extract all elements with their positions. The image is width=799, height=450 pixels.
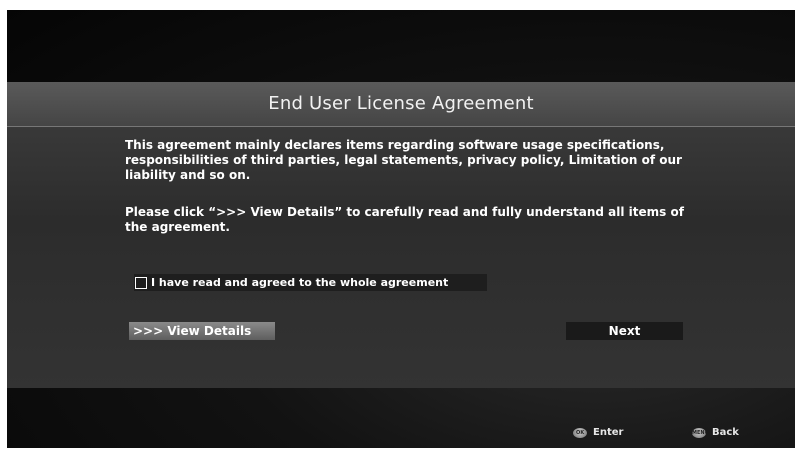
view-details-instruction: Please click “>>> View Details” to caref… (125, 205, 684, 234)
license-dialog: End User License Agreement This agreemen… (7, 82, 795, 388)
back-hint-label: Back (712, 427, 739, 438)
dialog-title: End User License Agreement (268, 93, 534, 114)
next-button[interactable]: Next (566, 322, 683, 340)
view-details-button[interactable]: >>> View Details (129, 322, 275, 340)
agree-checkbox[interactable] (135, 276, 147, 289)
agree-checkbox-label: I have read and agreed to the whole agre… (151, 276, 449, 289)
agree-checkbox-row[interactable]: I have read and agreed to the whole agre… (134, 274, 487, 291)
menu-icon: MENU (692, 427, 706, 438)
enter-hint: OK Enter (573, 427, 623, 438)
back-hint: MENU Back (692, 427, 739, 438)
tv-screen: End User License Agreement This agreemen… (7, 10, 795, 448)
dialog-title-bar: End User License Agreement (7, 82, 795, 127)
enter-hint-label: Enter (593, 427, 624, 438)
ok-icon: OK (573, 427, 587, 438)
agreement-description: This agreement mainly declares items reg… (125, 138, 682, 182)
